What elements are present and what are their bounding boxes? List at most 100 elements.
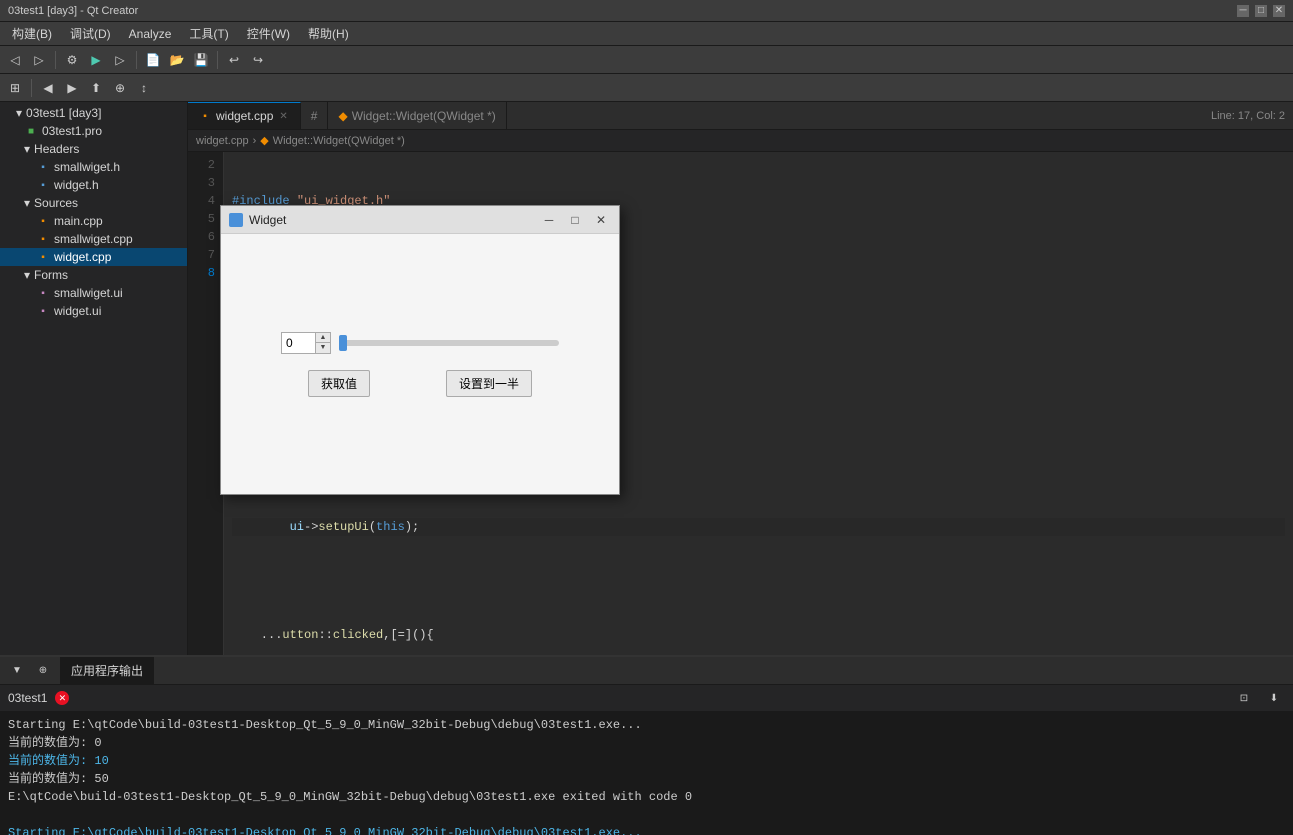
project-root[interactable]: ▾ 03test1 [day3] — [0, 104, 187, 122]
project-name: 03test1 [day3] — [26, 106, 101, 120]
sources-label: Sources — [34, 196, 78, 210]
undo-btn[interactable]: ↩ — [223, 49, 245, 71]
sidebar-item-smallwiget-cpp[interactable]: ▪ smallwiget.cpp — [0, 230, 187, 248]
sidebar: ▾ 03test1 [day3] ■ 03test1.pro ▾ Headers… — [0, 102, 188, 655]
tab-widget-cpp[interactable]: ▪ widget.cpp ✕ — [188, 102, 301, 129]
tab-symbol-icon: ◆ — [338, 109, 347, 123]
sidebar-item-main-cpp[interactable]: ▪ main.cpp — [0, 212, 187, 230]
menu-controls[interactable]: 控件(W) — [239, 23, 298, 44]
output-line-4: 当前的数值为: 50 — [8, 770, 1285, 788]
widget-get-btn[interactable]: 获取值 — [308, 370, 370, 397]
project-icon: ▾ — [16, 106, 22, 120]
project-section: ▾ 03test1 [day3] ■ 03test1.pro ▾ Headers… — [0, 102, 187, 322]
menu-help[interactable]: 帮助(H) — [300, 23, 357, 44]
tab-symbol[interactable]: ◆ Widget::Widget(QWidget *) — [328, 102, 506, 129]
widget-ui-label: widget.ui — [54, 304, 101, 318]
forms-arrow: ▾ — [24, 268, 30, 282]
output-tab-app[interactable]: 应用程序输出 — [61, 657, 154, 684]
widget-spinbox[interactable]: 0 ▲ ▼ — [281, 332, 331, 354]
output-line-1: Starting E:\qtCode\build-03test1-Desktop… — [8, 716, 1285, 734]
pro-file[interactable]: ■ 03test1.pro — [0, 122, 187, 140]
pro-file-icon: ■ — [24, 124, 38, 138]
menu-debug[interactable]: 调试(D) — [62, 23, 119, 44]
sources-section[interactable]: ▾ Sources — [0, 194, 187, 212]
toolbar-sep-2 — [136, 51, 137, 69]
new-file-btn[interactable]: 📄 — [142, 49, 164, 71]
cpp-file-icon-1: ▪ — [36, 214, 50, 228]
sidebar-item-widget-ui[interactable]: ▪ widget.ui — [0, 302, 187, 320]
line-num-space6 — [192, 372, 215, 390]
maximize-button[interactable]: □ — [1255, 5, 1267, 17]
sidebar-item-smallwiget-h[interactable]: ▪ smallwiget.h — [0, 158, 187, 176]
output-add-btn[interactable]: ⊕ — [32, 660, 54, 682]
code-line-8: ui->setupUi(this); — [232, 518, 1285, 536]
widget-cpp-label: widget.cpp — [54, 250, 111, 264]
window-title: 03test1 [day3] - Qt Creator — [8, 5, 138, 17]
smallwiget-cpp-label: smallwiget.cpp — [54, 232, 133, 246]
tab-bar: ▪ widget.cpp ✕ # ◆ Widget::Widget(QWidge… — [188, 102, 1293, 130]
cpp-file-icon-3: ▪ — [36, 250, 50, 264]
widget-close-btn[interactable]: ✕ — [591, 210, 611, 230]
menu-build[interactable]: 构建(B) — [4, 23, 60, 44]
output-run-close[interactable]: ✕ — [55, 691, 69, 705]
run-btn[interactable]: ▶ — [85, 49, 107, 71]
sub-sep-1 — [31, 79, 32, 97]
widget-controls-row: 0 ▲ ▼ — [281, 332, 559, 354]
toolbar-sep-3 — [217, 51, 218, 69]
save-btn[interactable]: 💾 — [190, 49, 212, 71]
h-file-icon-2: ▪ — [36, 178, 50, 192]
output-collapse-btn[interactable]: ▼ — [6, 660, 28, 682]
nav-back-btn[interactable]: ◀ — [37, 77, 59, 99]
output-panel: ▼ ⊕ 应用程序输出 03test1 ✕ ⊡ ⬇ Starting E:\qtC… — [0, 655, 1293, 835]
widget-half-btn[interactable]: 设置到一半 — [446, 370, 532, 397]
sidebar-item-widget-h[interactable]: ▪ widget.h — [0, 176, 187, 194]
forms-label: Forms — [34, 268, 68, 282]
line-num-space4 — [192, 336, 215, 354]
tab-hash[interactable]: # — [301, 102, 329, 129]
cpp-file-icon-2: ▪ — [36, 232, 50, 246]
forward-btn[interactable]: ▷ — [28, 49, 50, 71]
back-btn[interactable]: ◁ — [4, 49, 26, 71]
spinbox-value: 0 — [282, 334, 315, 352]
output-line-2: 当前的数值为: 0 — [8, 734, 1285, 752]
nav-add-btn[interactable]: ⊕ — [109, 77, 131, 99]
sidebar-item-smallwiget-ui[interactable]: ▪ smallwiget.ui — [0, 284, 187, 302]
title-bar: 03test1 [day3] - Qt Creator ─ □ ✕ — [0, 0, 1293, 22]
redo-btn[interactable]: ↪ — [247, 49, 269, 71]
tab-widget-cpp-close[interactable]: ✕ — [277, 110, 289, 123]
headers-section[interactable]: ▾ Headers — [0, 140, 187, 158]
output-clear-btn[interactable]: ⊡ — [1233, 687, 1255, 709]
menu-analyze[interactable]: Analyze — [121, 25, 180, 43]
spinbox-down[interactable]: ▼ — [316, 343, 330, 353]
widget-popup: Widget ─ □ ✕ 0 ▲ ▼ 获取值 设置到一半 — [220, 205, 620, 495]
nav-up-btn[interactable]: ⬆ — [85, 77, 107, 99]
output-content[interactable]: Starting E:\qtCode\build-03test1-Desktop… — [0, 712, 1293, 835]
smallwiget-h-label: smallwiget.h — [54, 160, 120, 174]
spinbox-arrows: ▲ ▼ — [315, 333, 330, 353]
headers-arrow: ▾ — [24, 142, 30, 156]
widget-maximize-btn[interactable]: □ — [565, 210, 585, 230]
build-btn[interactable]: ⚙ — [61, 49, 83, 71]
widget-title-text: Widget — [249, 213, 533, 227]
sub-toolbar: ⊞ ◀ ▶ ⬆ ⊕ ↕ — [0, 74, 1293, 102]
forms-section[interactable]: ▾ Forms — [0, 266, 187, 284]
nav-sync-btn[interactable]: ↕ — [133, 77, 155, 99]
filter-btn[interactable]: ⊞ — [4, 77, 26, 99]
minimize-button[interactable]: ─ — [1237, 5, 1249, 17]
debug-run-btn[interactable]: ▷ — [109, 49, 131, 71]
output-run-name: 03test1 — [8, 691, 47, 705]
open-file-btn[interactable]: 📂 — [166, 49, 188, 71]
sidebar-item-widget-cpp[interactable]: ▪ widget.cpp — [0, 248, 187, 266]
output-panel-controls: ▼ ⊕ — [0, 657, 61, 684]
close-button[interactable]: ✕ — [1273, 5, 1285, 17]
output-scroll-btn[interactable]: ⬇ — [1263, 687, 1285, 709]
nav-forward-btn[interactable]: ▶ — [61, 77, 83, 99]
menu-tools[interactable]: 工具(T) — [181, 23, 236, 44]
smallwiget-ui-label: smallwiget.ui — [54, 286, 123, 300]
toolbar-sep-1 — [55, 51, 56, 69]
widget-minimize-btn[interactable]: ─ — [539, 210, 559, 230]
spinbox-up[interactable]: ▲ — [316, 333, 330, 343]
widget-slider-handle[interactable] — [339, 335, 347, 351]
widget-slider-track[interactable] — [339, 340, 559, 346]
line-num-space2 — [192, 300, 215, 318]
